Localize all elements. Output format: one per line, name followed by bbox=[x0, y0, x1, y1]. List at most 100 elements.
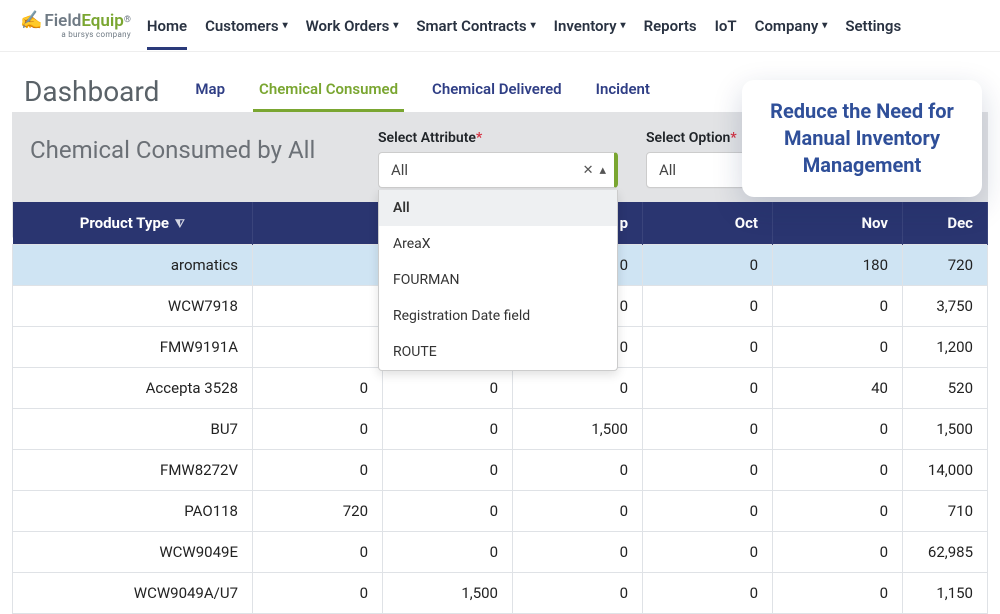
dropdown-item[interactable]: Registration Date field bbox=[379, 298, 617, 334]
callout-card: Reduce the Need for Manual Inventory Man… bbox=[742, 80, 982, 197]
select-attribute[interactable]: All ✕ ▴ bbox=[378, 152, 618, 188]
cell: WCW9049E bbox=[13, 532, 253, 573]
cell: 0 bbox=[383, 368, 513, 409]
chevron-down-icon: ▾ bbox=[531, 20, 536, 31]
tab-map[interactable]: Map bbox=[193, 70, 227, 112]
nav-item-customers[interactable]: Customers ▾ bbox=[205, 3, 287, 49]
table-row[interactable]: PAO1187200000710 bbox=[13, 491, 988, 532]
nav-item-label: Settings bbox=[845, 17, 901, 35]
nav-item-work-orders[interactable]: Work Orders▾ bbox=[306, 3, 399, 49]
cell: 0 bbox=[383, 409, 513, 450]
cell: 1,200 bbox=[903, 327, 988, 368]
cell: 0 bbox=[643, 327, 773, 368]
cell: 720 bbox=[903, 245, 988, 286]
nav-item-smart-contracts[interactable]: Smart Contracts ▾ bbox=[416, 3, 535, 49]
column-header[interactable]: Product Type⧨ bbox=[13, 202, 253, 245]
column-header[interactable]: Oct bbox=[643, 202, 773, 245]
page-title: Dashboard bbox=[18, 71, 165, 112]
nav-item-label: IoT bbox=[715, 17, 737, 35]
nav-item-inventory[interactable]: Inventory ▾ bbox=[554, 3, 626, 49]
cell: 0 bbox=[773, 450, 903, 491]
cell: 0 bbox=[383, 532, 513, 573]
cell: 520 bbox=[903, 368, 988, 409]
table-row[interactable]: WCW9049E0000062,985 bbox=[13, 532, 988, 573]
cell: 40 bbox=[773, 368, 903, 409]
nav-item-company[interactable]: Company▾ bbox=[755, 3, 828, 49]
dropdown-attribute: AllAreaXFOURMANRegistration Date fieldRO… bbox=[378, 190, 618, 371]
select-option[interactable]: All bbox=[646, 152, 756, 188]
select-attribute-value: All bbox=[391, 161, 408, 179]
cell: 0 bbox=[773, 327, 903, 368]
logo-subtitle: a bursys company bbox=[61, 31, 131, 39]
cell: 3,750 bbox=[903, 286, 988, 327]
tab-incident[interactable]: Incident bbox=[594, 70, 652, 112]
cell: 0 bbox=[773, 286, 903, 327]
cell: 0 bbox=[643, 368, 773, 409]
label-select-option: Select Option* bbox=[646, 130, 756, 146]
table-row[interactable]: BU7001,500001,500 bbox=[13, 409, 988, 450]
cell: 0 bbox=[773, 532, 903, 573]
logo-reg: ® bbox=[124, 15, 131, 25]
chevron-down-icon: ▾ bbox=[393, 20, 398, 31]
cell: 1,500 bbox=[903, 409, 988, 450]
nav-item-label: Home bbox=[147, 17, 187, 35]
cell: 0 bbox=[643, 245, 773, 286]
required-asterisk: * bbox=[476, 130, 482, 146]
cell bbox=[253, 286, 383, 327]
nav-item-settings[interactable]: Settings bbox=[845, 3, 901, 49]
chevron-down-icon: ▾ bbox=[283, 20, 288, 31]
cell: 0 bbox=[643, 286, 773, 327]
nav-item-label: Customers bbox=[205, 17, 278, 35]
cell: 0 bbox=[643, 409, 773, 450]
caret-up-icon[interactable]: ▴ bbox=[599, 163, 606, 178]
cell: 0 bbox=[643, 450, 773, 491]
column-header[interactable]: Nov bbox=[773, 202, 903, 245]
field-select-attribute: Select Attribute* All ✕ ▴ AllAreaXFOURMA… bbox=[378, 130, 618, 188]
nav-item-label: Smart Contracts bbox=[416, 17, 526, 35]
field-select-option: Select Option* All bbox=[646, 130, 756, 188]
nav-item-iot[interactable]: IoT bbox=[715, 3, 737, 49]
cell: 0 bbox=[513, 573, 643, 614]
table-row[interactable]: FMW8272V0000014,000 bbox=[13, 450, 988, 491]
table-row[interactable]: Accepta 3528000040520 bbox=[13, 368, 988, 409]
nav-item-label: Work Orders bbox=[306, 17, 390, 35]
label-select-attribute: Select Attribute* bbox=[378, 130, 618, 146]
filter-icon[interactable]: ⧨ bbox=[175, 217, 185, 230]
clear-icon[interactable]: ✕ bbox=[583, 163, 594, 178]
dropdown-item[interactable]: FOURMAN bbox=[379, 262, 617, 298]
logo-equip: Equip bbox=[81, 11, 124, 31]
nav-item-home[interactable]: Home bbox=[147, 3, 187, 49]
brand-logo[interactable]: ✍FieldEquip® a bursys company bbox=[20, 12, 131, 39]
dropdown-item[interactable]: ROUTE bbox=[379, 334, 617, 370]
cell: 1,150 bbox=[903, 573, 988, 614]
cell: FMW8272V bbox=[13, 450, 253, 491]
cell: 0 bbox=[643, 532, 773, 573]
cell: 1,500 bbox=[513, 409, 643, 450]
tab-chemical-consumed[interactable]: Chemical Consumed bbox=[257, 70, 400, 112]
table-row[interactable]: WCW9049A/U701,5000001,150 bbox=[13, 573, 988, 614]
column-header[interactable]: Dec bbox=[903, 202, 988, 245]
section-title: Chemical Consumed by All bbox=[30, 136, 350, 164]
dropdown-item[interactable]: AreaX bbox=[379, 226, 617, 262]
cell: 0 bbox=[383, 450, 513, 491]
nav-item-reports[interactable]: Reports bbox=[644, 3, 697, 49]
cell: Accepta 3528 bbox=[13, 368, 253, 409]
tab-chemical-delivered[interactable]: Chemical Delivered bbox=[430, 70, 564, 112]
cell bbox=[253, 245, 383, 286]
cell: 0 bbox=[643, 491, 773, 532]
chevron-down-icon: ▾ bbox=[822, 20, 827, 31]
cell: 0 bbox=[513, 532, 643, 573]
cell: 720 bbox=[253, 491, 383, 532]
cell: 0 bbox=[253, 532, 383, 573]
cell: 0 bbox=[773, 573, 903, 614]
cell: 0 bbox=[513, 491, 643, 532]
chevron-down-icon: ▾ bbox=[621, 20, 626, 31]
cell: 180 bbox=[773, 245, 903, 286]
cell: 0 bbox=[643, 573, 773, 614]
nav-item-label: Inventory bbox=[554, 17, 617, 35]
required-asterisk: * bbox=[730, 130, 736, 146]
cell: 0 bbox=[253, 409, 383, 450]
column-header[interactable] bbox=[253, 202, 383, 245]
top-nav: ✍FieldEquip® a bursys company Home Custom… bbox=[0, 0, 1000, 52]
dropdown-item[interactable]: All bbox=[379, 190, 617, 226]
